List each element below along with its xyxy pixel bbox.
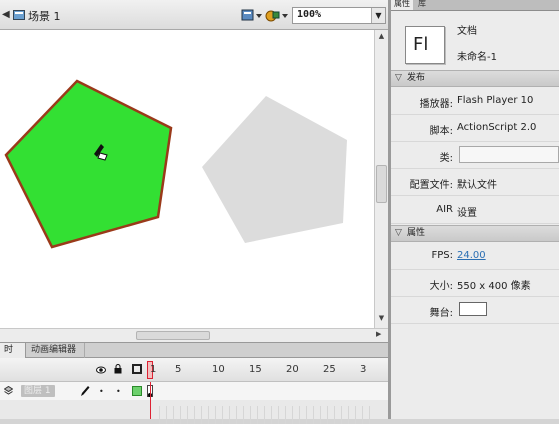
document-type: 文档 (457, 26, 477, 37)
layer-visibility-dot[interactable]: • (99, 387, 104, 396)
size-value[interactable]: 550 x 400 像素 (457, 277, 531, 292)
gray-pentagon[interactable] (202, 96, 347, 243)
property-tabs: 属性 库 (391, 0, 559, 11)
document-header: Fl 文档 未命名-1 (391, 12, 559, 70)
fps-label: FPS: (431, 250, 454, 261)
property-inspector-empty-area (391, 324, 559, 419)
layer-name[interactable]: 图层 1 (21, 385, 55, 397)
stage-color-row: 舞台: (391, 297, 559, 324)
frame-number: 1 (150, 364, 157, 375)
vertical-scrollbar[interactable]: ▲ ▼ (374, 30, 388, 328)
layer-row[interactable]: 图层 1 • • (0, 382, 388, 424)
class-row: 类: (391, 142, 559, 169)
profile-row: 配置文件: 默认文件 (391, 169, 559, 196)
stage-canvas[interactable] (0, 30, 374, 328)
flash-document-icon-text: Fl (413, 34, 429, 55)
property-inspector: 属性 库 Fl 文档 未命名-1 ▽ 发布 播放器: Flash Player … (391, 0, 559, 419)
document-name: 未命名-1 (457, 52, 497, 63)
frame-number: 3 (360, 364, 367, 375)
timeline-header: 1 5 10 15 20 25 3 (0, 358, 388, 382)
scroll-right-icon[interactable]: ▶ (376, 330, 386, 341)
script-value[interactable]: ActionScript 2.0 (457, 122, 536, 133)
frame-number: 20 (286, 364, 299, 375)
profile-value[interactable]: 默认文件 (457, 176, 497, 191)
properties-section-title: 属性 (407, 228, 426, 238)
scroll-up-icon[interactable]: ▲ (375, 32, 388, 42)
layer-icon (4, 386, 13, 395)
layer-outline-color[interactable] (132, 386, 142, 396)
chevron-down-icon[interactable]: ▽ (395, 71, 402, 86)
scene-label: 场景 1 (28, 10, 61, 23)
fps-value[interactable]: 24.00 (457, 250, 486, 261)
player-row: 播放器: Flash Player 10 (391, 88, 559, 115)
tab-properties[interactable]: 属性 (391, 0, 413, 10)
air-label: AIR (436, 204, 453, 215)
player-label: 播放器: (419, 99, 453, 110)
size-row: 大小: 550 x 400 像素 (391, 270, 559, 297)
flash-document-icon: Fl (405, 26, 445, 64)
edit-symbol-icon[interactable] (265, 8, 289, 23)
tab-motion-editor[interactable]: 动画编辑器 (27, 343, 85, 358)
publish-section-title: 发布 (407, 73, 426, 83)
chevron-down-icon[interactable]: ▼ (371, 8, 385, 23)
frame-number: 15 (249, 364, 262, 375)
air-settings-button[interactable]: 设置 (457, 204, 477, 219)
frame-grid[interactable] (153, 406, 375, 424)
vertical-scroll-thumb[interactable] (376, 165, 387, 203)
chevron-down-icon[interactable]: ▽ (395, 226, 402, 241)
stage-toolbar: ◀ 场景 1 100% ▼ (0, 0, 388, 30)
profile-label: 配置文件: (409, 180, 453, 191)
tab-library[interactable]: 库 (415, 0, 433, 10)
player-value[interactable]: Flash Player 10 (457, 95, 533, 106)
stage-color-swatch[interactable] (459, 302, 487, 316)
outline-toggle-icon[interactable] (132, 364, 142, 374)
class-input[interactable] (459, 146, 559, 163)
scene-icon (13, 10, 25, 20)
edit-scene-icon[interactable] (241, 8, 263, 23)
fps-row: FPS: 24.00 (391, 243, 559, 270)
frame-number: 25 (323, 364, 336, 375)
selected-pentagon[interactable] (4, 79, 173, 249)
stage-label: 舞台: (429, 308, 453, 319)
zoom-value: 100% (297, 9, 322, 20)
air-row: AIR 设置 (391, 197, 559, 224)
scroll-down-icon[interactable]: ▼ (375, 314, 388, 324)
horizontal-scroll-thumb[interactable] (136, 331, 210, 340)
frame-number: 5 (175, 364, 182, 375)
script-row: 脚本: ActionScript 2.0 (391, 115, 559, 142)
frame-number: 10 (212, 364, 225, 375)
layer-lock-dot[interactable]: • (116, 387, 121, 396)
back-arrow-icon[interactable]: ◀ (2, 9, 12, 21)
zoom-select[interactable]: 100% ▼ (292, 7, 386, 24)
playhead-line (150, 382, 151, 419)
horizontal-scrollbar[interactable]: ▶ (0, 328, 388, 342)
timeline-tabs: 时间轴 动画编辑器 (0, 342, 388, 385)
class-label: 类: (439, 153, 453, 164)
tab-timeline[interactable]: 时间轴 (0, 343, 26, 385)
pencil-icon (81, 386, 90, 396)
lock-icon[interactable] (114, 364, 122, 374)
size-label: 大小: (429, 281, 453, 292)
timeline-panel: 1 5 10 15 20 25 3 图层 1 • • (0, 358, 388, 424)
publish-section-header[interactable]: ▽ 发布 (391, 70, 559, 87)
script-label: 脚本: (429, 126, 453, 137)
eye-icon[interactable] (96, 366, 106, 374)
properties-section-header[interactable]: ▽ 属性 (391, 225, 559, 242)
